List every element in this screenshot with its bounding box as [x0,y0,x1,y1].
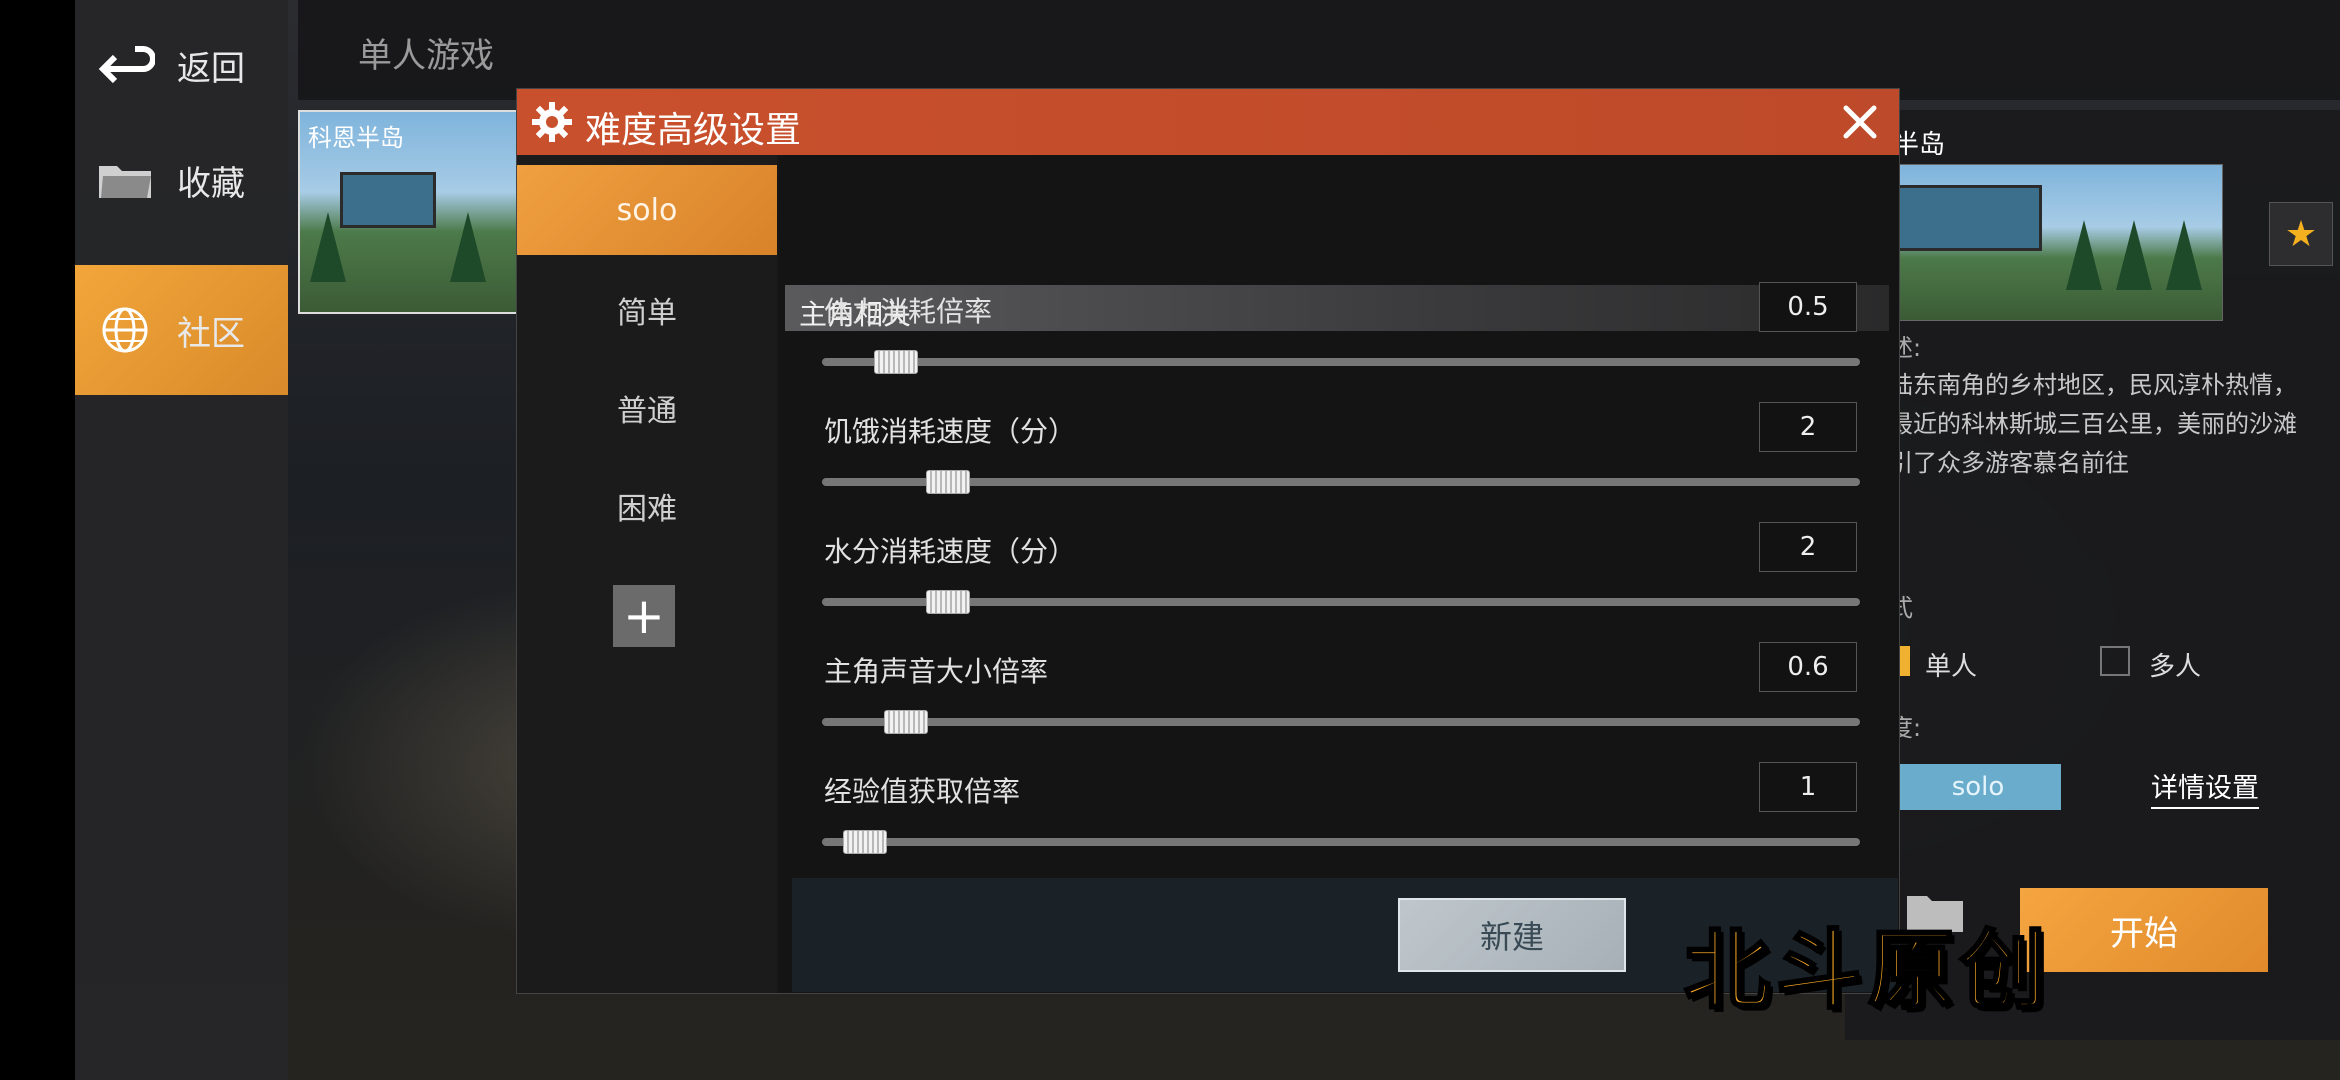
nav-item-favorites[interactable]: 收藏 [75,115,288,245]
setting-label: 经验值获取倍率 [824,775,1021,808]
setting-value-input[interactable]: 0.5 [1759,282,1857,332]
star-icon: ★ [2284,213,2318,255]
tab-solo[interactable]: solo [517,165,777,255]
setting-slider-thumb[interactable] [884,710,929,734]
back-button[interactable]: 返回 [75,0,288,130]
plus-icon: + [623,587,665,645]
favorite-star-button[interactable]: ★ [2269,202,2333,266]
top-bar [298,0,2340,100]
setting-label: 水分消耗速度（分） [824,535,1077,568]
setting-label: 饥饿消耗速度（分） [824,415,1077,448]
back-label: 返回 [177,48,245,89]
add-difficulty-button[interactable]: + [613,585,675,647]
setting-slider-track[interactable] [822,358,1860,366]
start-button[interactable]: 开始 [2020,888,2268,972]
difficulty-settings-dialog: 难度高级设置 solo 简单 普通 困难 + 主角相关 [516,88,1900,994]
mode-multi-checkbox[interactable] [2100,646,2130,676]
tab-normal[interactable]: 普通 [517,363,777,453]
setting-value-input[interactable]: 1 [1759,762,1857,812]
gear-icon [531,101,573,143]
settings-content: 主角相关 [779,155,1899,993]
close-button[interactable] [1835,97,1885,147]
setting-value-input[interactable]: 2 [1759,402,1857,452]
difficulty-tabs: solo 简单 普通 困难 + [517,155,777,993]
setting-slider-track[interactable] [822,478,1860,486]
new-button[interactable]: 新建 [1398,898,1626,972]
setting-value-input[interactable]: 2 [1759,522,1857,572]
setting-slider-thumb[interactable] [925,590,970,614]
description-text: 大陆东南角的乡村地区，民风淳朴热情，距最近的科林斯城三百公里，美丽的沙滩吸引了众… [1865,371,2297,477]
setting-slider-thumb[interactable] [925,470,970,494]
setting-slider-track[interactable] [822,598,1860,606]
mode-single-label: 单人 [1925,652,1978,682]
map-preview-image [1865,164,2223,321]
setting-slider-track[interactable] [822,838,1860,846]
tab-hard[interactable]: 困难 [517,461,777,551]
setting-slider-thumb[interactable] [842,830,887,854]
tab-easy[interactable]: 简单 [517,265,777,355]
close-icon [1843,105,1877,139]
dialog-title: 难度高级设置 [585,110,802,151]
difficulty-select[interactable]: solo [1895,764,2061,810]
left-nav: 返回 收藏 社区 [75,0,288,1080]
setting-label: 体力消耗倍率 [824,295,993,328]
nav-item-community[interactable]: 社区 [75,265,288,395]
setting-label: 主角声音大小倍率 [824,655,1049,688]
folder-icon [95,155,155,205]
detail-settings-link[interactable]: 详情设置 [2151,766,2259,809]
watermark-text: 北斗原创 [1683,920,2052,1023]
page-title: 单人游戏 [358,36,494,76]
mode-multi-label: 多人 [2149,652,2202,682]
setting-slider-thumb[interactable] [873,350,918,374]
community-label: 社区 [177,313,245,354]
setting-slider-track[interactable] [822,718,1860,726]
map-card[interactable]: 科恩半岛 [298,110,522,314]
favorites-label: 收藏 [177,163,245,204]
dialog-header: 难度高级设置 [517,89,1899,155]
setting-value-input[interactable]: 0.6 [1759,642,1857,692]
map-card-title: 科恩半岛 [308,124,404,152]
globe-icon [95,305,155,355]
back-arrow-icon [95,40,155,90]
